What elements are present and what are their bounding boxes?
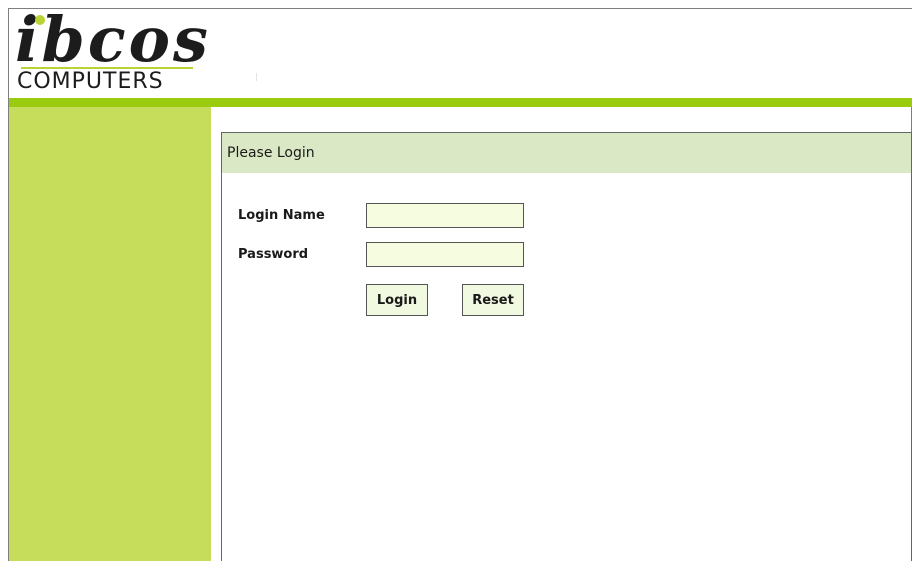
login-panel-title: Please Login: [227, 145, 315, 161]
login-button[interactable]: Login: [366, 284, 428, 316]
login-panel: Please Login Login Name Password Login R…: [221, 132, 912, 561]
reset-button[interactable]: Reset: [462, 284, 524, 316]
login-name-input[interactable]: [366, 203, 524, 228]
page: ibcos COMPUTERS Please Login Login Name …: [0, 0, 912, 561]
logo-subtitle: COMPUTERS: [17, 69, 164, 94]
header: ibcos COMPUTERS: [9, 5, 912, 98]
login-panel-header: Please Login: [222, 133, 911, 173]
password-input[interactable]: [366, 242, 524, 267]
header-accent-bar: [9, 98, 912, 107]
header-divider: [256, 73, 257, 81]
ibcos-logo: ibcos COMPUTERS: [15, 5, 208, 97]
password-label: Password: [238, 247, 309, 262]
sidebar: [9, 107, 211, 561]
logo-wordmark: ibcos: [15, 3, 211, 76]
login-name-label: Login Name: [238, 208, 325, 223]
logo-dot: [35, 15, 45, 25]
